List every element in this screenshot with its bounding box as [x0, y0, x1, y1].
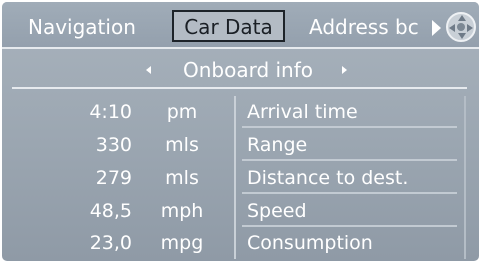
- onboard-info-table: 4:10 pm Arrival time 330 mls Range 279 m…: [12, 96, 467, 259]
- table-row[interactable]: 330 mls Range: [12, 129, 467, 161]
- row-value: 279: [95, 167, 132, 189]
- row-unit: mpg: [160, 232, 204, 254]
- table-row[interactable]: 4:10 pm Arrival time: [12, 96, 467, 128]
- row-label: Range: [247, 134, 308, 156]
- row-value: 4:10: [89, 101, 132, 123]
- onboard-info-screen: Navigation Car Data Address bc Onboard i…: [2, 2, 479, 261]
- row-label: Arrival time: [247, 101, 358, 123]
- row-label: Distance to dest.: [247, 167, 409, 189]
- right-arrow-icon: [467, 24, 473, 32]
- controller-center: [457, 23, 465, 31]
- right-arrow-icon[interactable]: [342, 66, 347, 74]
- table-row[interactable]: 23,0 mpg Consumption: [12, 227, 467, 259]
- row-unit: mls: [165, 167, 199, 189]
- table-row[interactable]: 279 mls Distance to dest.: [12, 162, 467, 194]
- up-arrow-icon: [458, 15, 466, 21]
- onboard-info-header[interactable]: Onboard info: [12, 51, 467, 89]
- page-title: Onboard info: [182, 58, 314, 82]
- top-menu-bar: Navigation Car Data Address bc: [2, 2, 479, 49]
- down-arrow-icon: [458, 33, 466, 39]
- row-label: Speed: [247, 200, 307, 222]
- row-unit: mls: [165, 134, 199, 156]
- row-value: 48,5: [89, 200, 132, 222]
- left-arrow-icon: [449, 24, 455, 32]
- row-unit: pm: [166, 101, 198, 123]
- right-triangle-icon[interactable]: [432, 20, 441, 36]
- row-value: 23,0: [89, 232, 132, 254]
- row-unit: mph: [160, 200, 204, 222]
- menu-item-address-book[interactable]: Address bc: [309, 12, 429, 42]
- menu-item-navigation[interactable]: Navigation: [28, 12, 136, 42]
- row-label: Consumption: [247, 232, 373, 254]
- left-arrow-icon[interactable]: [146, 66, 151, 74]
- controller-dpad-icon: [446, 12, 476, 42]
- table-row[interactable]: 48,5 mph Speed: [12, 195, 467, 227]
- menu-item-car-data[interactable]: Car Data: [172, 10, 285, 42]
- row-value: 330: [95, 134, 132, 156]
